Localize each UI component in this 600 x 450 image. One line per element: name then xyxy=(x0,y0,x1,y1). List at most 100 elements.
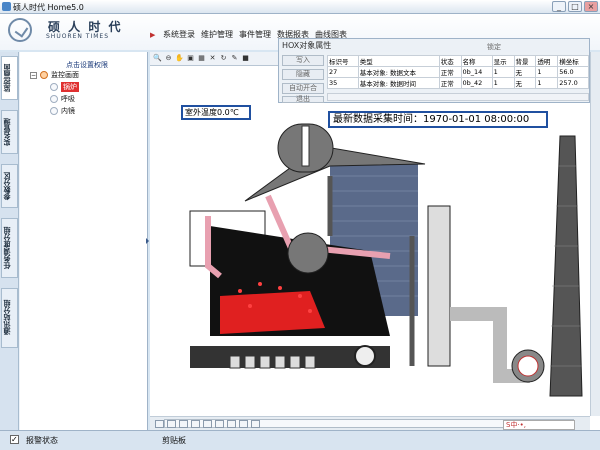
collapse-icon[interactable]: − xyxy=(30,71,37,79)
cell: 27 xyxy=(327,66,359,78)
close-button[interactable]: × xyxy=(584,1,598,12)
tree-item-breath[interactable]: 呼吸 xyxy=(50,94,75,104)
tree-item-endoscope[interactable]: 内镜 xyxy=(50,106,75,116)
window-titlebar: 硕人时代 Home5.0 _ □ × xyxy=(0,0,600,14)
cell: 无 xyxy=(513,77,537,89)
left-panel: 监控画面 实名管理 参数分区 任务调度分组 通讯站分组 点击设置权限 − 监控画… xyxy=(0,52,148,430)
tool-icon[interactable]: ✎ xyxy=(230,54,239,63)
main-area: 🔍 ⊖ ✋ ▣ ▦ ✕ ↻ ✎ ■ 室外温度0.0℃ 最新数据采集时间：1970… xyxy=(150,52,600,430)
save-icon[interactable]: ▣ xyxy=(186,54,195,63)
alarm-checkbox[interactable]: ✓ xyxy=(10,435,19,444)
menu-item-events[interactable]: 事件管理 xyxy=(236,29,274,41)
zoom-in-icon[interactable]: 🔍 xyxy=(153,54,162,63)
status-bar: ✓ 报警状态 剪贴板 xyxy=(0,430,600,450)
bottom-toolbar xyxy=(155,420,455,430)
cell: 0b_42 xyxy=(460,77,493,89)
zoom-out-icon[interactable]: ⊖ xyxy=(164,54,173,63)
lock-toggle[interactable]: 锁定 xyxy=(487,42,501,52)
delete-icon[interactable]: ✕ xyxy=(208,54,217,63)
data-time-display[interactable]: 最新数据采集时间：1970-01-01 08:00:00 xyxy=(328,111,548,128)
table-row[interactable]: 27 基本对象: 数据文本 正常 0b_14 1 无 1 56.0 xyxy=(327,66,589,78)
vertical-tabs: 监控画面 实名管理 参数分区 任务调度分组 通讯站分组 xyxy=(0,52,19,430)
tab-params[interactable]: 参数分区 xyxy=(1,164,18,208)
alarm-status[interactable]: 报警状态 xyxy=(26,435,58,446)
property-table: 标识号 类型 状态 名称 显示 背景 透明 横坐标 27 基本对象: 数据文本 … xyxy=(327,55,589,89)
tree-item-label: 锅炉 xyxy=(61,82,79,92)
rect-icon[interactable]: ■ xyxy=(241,54,250,63)
clipboard-label[interactable]: 剪贴板 xyxy=(162,435,186,446)
align-center-icon[interactable] xyxy=(167,420,176,428)
panel-splitter-icon[interactable] xyxy=(146,238,149,244)
maximize-button[interactable]: □ xyxy=(568,1,582,12)
scada-canvas[interactable]: 室外温度0.0℃ 最新数据采集时间：1970-01-01 08:00:00 xyxy=(150,66,590,416)
minimize-button[interactable]: _ xyxy=(552,1,566,12)
column-header: 类型 xyxy=(357,55,440,67)
cell: 56.0 xyxy=(557,66,589,78)
cell: 基本对象: 数据文本 xyxy=(357,66,440,78)
folder-icon xyxy=(40,71,48,79)
chimney xyxy=(549,135,583,397)
level-gauge xyxy=(301,125,310,167)
column-header: 标识号 xyxy=(327,55,359,67)
tab-monitor[interactable]: 监控画面 xyxy=(1,56,18,100)
cell: 0b_14 xyxy=(460,66,493,78)
tab-schedule[interactable]: 任务调度分组 xyxy=(1,218,18,278)
tree-item-label: 内镜 xyxy=(61,107,75,115)
align-middle-icon[interactable] xyxy=(203,420,212,428)
cell: 35 xyxy=(327,77,359,89)
align-top-icon[interactable] xyxy=(191,420,200,428)
economizer xyxy=(427,205,451,367)
write-button[interactable]: 写入 xyxy=(282,55,324,66)
column-header: 横坐标 xyxy=(557,55,589,67)
ime-indicator[interactable]: S中·•, xyxy=(503,420,575,430)
menu-item-maintenance[interactable]: 维护管理 xyxy=(198,29,236,41)
pan-icon[interactable]: ✋ xyxy=(175,54,184,63)
table-header-row: 标识号 类型 状态 名称 显示 背景 透明 横坐标 xyxy=(327,55,589,67)
window-title: 硕人时代 Home5.0 xyxy=(13,3,84,12)
vertical-scrollbar[interactable] xyxy=(590,52,600,416)
outdoor-temp-display[interactable]: 室外温度0.0℃ xyxy=(181,105,251,120)
property-scrollbar[interactable] xyxy=(327,93,589,101)
align-bottom-icon[interactable] xyxy=(215,420,224,428)
cell: 1 xyxy=(535,66,559,78)
fan-blades-icon xyxy=(517,355,539,377)
grid-icon[interactable]: ▦ xyxy=(197,54,206,63)
property-panel-title: HOX对象属性 xyxy=(282,41,332,50)
table-row[interactable]: 35 基本对象: 数据时间 正常 0b_42 1 无 1 257.0 xyxy=(327,77,589,89)
node-icon xyxy=(50,83,58,91)
menu-arrow-icon: ▶ xyxy=(150,31,156,39)
node-icon xyxy=(50,95,58,103)
align-left-icon[interactable] xyxy=(155,420,164,428)
column-header: 显示 xyxy=(491,55,515,67)
cell: 1 xyxy=(491,66,515,78)
app-icon xyxy=(2,2,11,11)
tree-root[interactable]: − 监控画面 xyxy=(30,70,79,80)
tab-realname[interactable]: 实名管理 xyxy=(1,110,18,154)
cell: 正常 xyxy=(438,66,462,78)
menu-item-login[interactable]: 系统登录 xyxy=(160,29,198,41)
tab-stations[interactable]: 通讯站分组 xyxy=(1,288,18,348)
cell: 基本对象: 数据时间 xyxy=(357,77,440,89)
tree-view: 点击设置权限 − 监控画面 锅炉 呼吸 内镜 xyxy=(20,52,147,430)
node-icon xyxy=(50,107,58,115)
refresh-icon[interactable]: ↻ xyxy=(219,54,228,63)
tree-item-boiler[interactable]: 锅炉 xyxy=(50,82,79,92)
auto-toggle-button[interactable]: 自动开合 xyxy=(282,83,324,94)
align-right-icon[interactable] xyxy=(179,420,188,428)
column-header: 透明 xyxy=(535,55,559,67)
same-width-icon[interactable] xyxy=(227,420,236,428)
column-header: 状态 xyxy=(438,55,462,67)
same-height-icon[interactable] xyxy=(239,420,248,428)
column-header: 背景 xyxy=(513,55,537,67)
cell: 1 xyxy=(491,77,515,89)
brand-name-en: SHUOREN TIMES xyxy=(46,33,110,40)
setup-permission-link[interactable]: 点击设置权限 xyxy=(66,60,108,70)
property-panel: HOX对象属性 锁定 写入 隐藏 自动开合 退出 标识号 类型 状态 名称 显示… xyxy=(278,38,590,103)
exit-button[interactable]: 退出 xyxy=(282,96,324,103)
cell: 无 xyxy=(513,66,537,78)
tree-item-label: 呼吸 xyxy=(61,95,75,103)
distribute-icon[interactable] xyxy=(251,420,260,428)
lower-drum xyxy=(287,232,329,274)
brand-logo-icon xyxy=(8,18,32,42)
hide-button[interactable]: 隐藏 xyxy=(282,69,324,80)
